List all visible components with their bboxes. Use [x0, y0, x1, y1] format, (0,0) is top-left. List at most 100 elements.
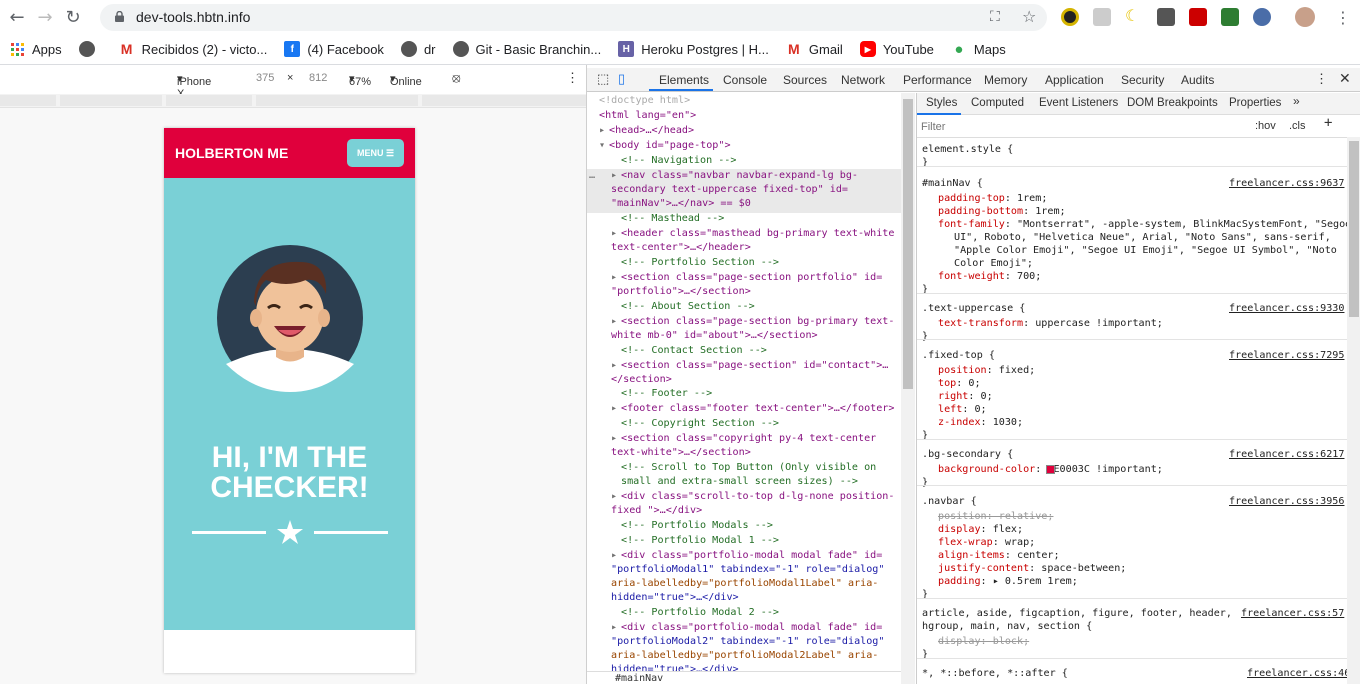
dom-node-line[interactable]: aria-labelledby="portfolioModal2Label" a…: [611, 649, 878, 664]
dom-comment[interactable]: <!-- Scroll to Top Button (Only visible …: [621, 461, 876, 476]
tab-event-listeners[interactable]: Event Listeners: [1039, 97, 1118, 110]
dom-node-line[interactable]: "portfolioModal2" tabindex="-1" role="di…: [611, 635, 884, 650]
css-brace[interactable]: }: [922, 156, 928, 169]
css-source-link[interactable]: freelancer.css:6217: [1229, 448, 1344, 461]
more-dots-icon[interactable]: ⋮: [1315, 71, 1328, 87]
height-field[interactable]: 812: [309, 72, 327, 84]
media-query-ruler[interactable]: [0, 94, 586, 108]
dom-node-line[interactable]: <!doctype html>: [599, 94, 690, 109]
css-brace[interactable]: }: [922, 588, 928, 601]
back-icon[interactable]: ←: [6, 7, 28, 29]
css-value-continuation[interactable]: UI", Roboto, "Helvetica Neue", Arial, "N…: [954, 231, 1331, 244]
device-select[interactable]: iPhone X ▾: [177, 72, 211, 100]
dom-node-line[interactable]: "portfolioModal1" tabindex="-1" role="di…: [611, 563, 884, 578]
expand-arrow-icon[interactable]: ▸: [611, 402, 617, 417]
close-icon[interactable]: ✕: [1339, 70, 1351, 87]
expand-arrow-icon[interactable]: ▸: [611, 315, 617, 330]
bookmark-maps[interactable]: ● Maps: [951, 41, 1005, 58]
dom-node-line[interactable]: <body id="page-top"> ▾: [599, 139, 731, 154]
css-declaration[interactable]: flex-wrap: wrap;: [938, 536, 1035, 549]
css-source-link[interactable]: freelancer.css:7295: [1229, 349, 1344, 362]
extension-icon[interactable]: [1157, 8, 1175, 26]
width-field[interactable]: 375: [256, 72, 274, 84]
dom-node-line[interactable]: </section>: [611, 373, 672, 388]
expand-arrow-icon[interactable]: ▸: [611, 169, 617, 184]
dom-comment[interactable]: <!-- Navigation -->: [621, 154, 736, 169]
inspect-icon[interactable]: ⬚: [597, 71, 609, 87]
bookmark-facebook[interactable]: f (4) Facebook: [284, 41, 384, 57]
css-selector[interactable]: article, aside, figcaption, figure, foot…: [922, 607, 1232, 620]
dom-node-line[interactable]: secondary text-uppercase fixed-top" id=: [611, 183, 848, 198]
translate-icon[interactable]: ⛶: [990, 9, 1000, 25]
avatar[interactable]: [1295, 7, 1315, 27]
extension-icon[interactable]: [1189, 8, 1207, 26]
dom-node-line[interactable]: <div class="portfolio-modal modal fade" …: [611, 549, 882, 564]
dom-node-line[interactable]: "mainNav">…</nav> == $0: [611, 197, 751, 212]
tab-application[interactable]: Application: [1045, 73, 1104, 87]
menu-button[interactable]: MENU ☰: [347, 139, 404, 167]
bookmark-heroku[interactable]: H Heroku Postgres | H...: [618, 41, 769, 57]
dom-comment[interactable]: <!-- Portfolio Modal 2 -->: [621, 606, 779, 621]
css-declaration[interactable]: font-family: "Montserrat", -apple-system…: [938, 218, 1351, 231]
cls-toggle[interactable]: .cls: [1289, 120, 1306, 133]
rotate-icon[interactable]: ⦻: [452, 70, 461, 86]
css-declaration[interactable]: padding-bottom: 1rem;: [938, 205, 1066, 218]
tab-performance[interactable]: Performance: [903, 73, 972, 87]
css-declaration[interactable]: font-weight: 700;: [938, 270, 1041, 283]
dom-node-line[interactable]: <header class="masthead bg-primary text-…: [611, 227, 894, 242]
css-selector[interactable]: #mainNav {: [922, 177, 983, 190]
forward-icon[interactable]: →: [34, 7, 56, 29]
expand-arrow-icon[interactable]: ▸: [611, 549, 617, 564]
tab-sources[interactable]: Sources: [783, 73, 827, 87]
tab-security[interactable]: Security: [1121, 73, 1164, 87]
css-brace[interactable]: }: [922, 330, 928, 343]
expand-arrow-icon[interactable]: ▸: [611, 621, 617, 636]
dom-node-line[interactable]: "portfolio">…</section>: [611, 285, 751, 300]
star-icon[interactable]: ☆: [1022, 7, 1036, 26]
dom-node-line[interactable]: <div class="portfolio-modal modal fade" …: [611, 621, 882, 636]
dom-comment[interactable]: <!-- Masthead -->: [621, 212, 724, 227]
dom-node-line[interactable]: fixed ">…</div>: [611, 504, 702, 519]
extension-icon[interactable]: [1253, 8, 1271, 26]
expand-arrow-icon[interactable]: ▸: [599, 124, 605, 139]
dom-node-line[interactable]: text-center">…</header>: [611, 241, 751, 256]
dom-comment[interactable]: <!-- Portfolio Section -->: [621, 256, 779, 271]
color-swatch-icon[interactable]: [1046, 465, 1055, 474]
hov-toggle[interactable]: :hov: [1255, 120, 1276, 133]
dom-node-line[interactable]: aria-labelledby="portfolioModal1Label" a…: [611, 577, 878, 592]
menu-dots-icon[interactable]: ⋮: [1332, 6, 1354, 28]
moon-icon[interactable]: ☾: [1125, 6, 1143, 25]
css-selector[interactable]: .fixed-top {: [922, 349, 995, 362]
dom-comment[interactable]: <!-- About Section -->: [621, 300, 755, 315]
tab-network[interactable]: Network: [841, 73, 885, 87]
dom-node-line[interactable]: <footer class="footer text-center">…</fo…: [611, 402, 894, 417]
css-source-link[interactable]: freelancer.css:9637: [1229, 177, 1344, 190]
dom-node-line[interactable]: text-white">…</section>: [611, 446, 751, 461]
css-declaration[interactable]: justify-content: space-between;: [938, 562, 1126, 575]
throttle-select[interactable]: Online ▾: [390, 72, 422, 88]
node-actions-icon[interactable]: …: [589, 169, 595, 184]
elements-scrollbar[interactable]: [901, 93, 915, 684]
css-brace[interactable]: }: [922, 648, 928, 661]
css-selector[interactable]: .text-uppercase {: [922, 302, 1025, 315]
reload-icon[interactable]: ↻: [62, 7, 84, 29]
expand-arrow-icon[interactable]: ▸: [611, 359, 617, 374]
css-source-link[interactable]: freelancer.css:3956: [1229, 495, 1344, 508]
dom-comment[interactable]: small and extra-small screen sizes) -->: [621, 475, 858, 490]
bookmark-apps[interactable]: Apps: [9, 41, 62, 57]
bookmark-dr[interactable]: dr: [400, 41, 436, 57]
css-selector[interactable]: element.style {: [922, 143, 1013, 156]
css-brace[interactable]: }: [922, 429, 928, 442]
css-brace[interactable]: }: [922, 476, 928, 489]
dom-comment[interactable]: <!-- Portfolio Modals -->: [621, 519, 773, 534]
css-declaration[interactable]: padding-top: 1rem;: [938, 192, 1047, 205]
address-bar[interactable]: dev-tools.hbtn.info ⛶ ☆: [100, 4, 1047, 31]
css-source-link[interactable]: freelancer.css:57: [1241, 607, 1344, 620]
expand-arrow-icon[interactable]: ▸: [611, 432, 617, 447]
css-selector[interactable]: hgroup, main, nav, section {: [922, 620, 1092, 633]
add-rule-icon[interactable]: +: [1324, 116, 1332, 130]
css-selector[interactable]: *, *::before, *::after {: [922, 667, 1068, 680]
filter-input[interactable]: [921, 119, 1221, 135]
css-declaration[interactable]: z-index: 1030;: [938, 416, 1023, 429]
css-declaration-overridden[interactable]: position: relative;: [938, 510, 1053, 523]
